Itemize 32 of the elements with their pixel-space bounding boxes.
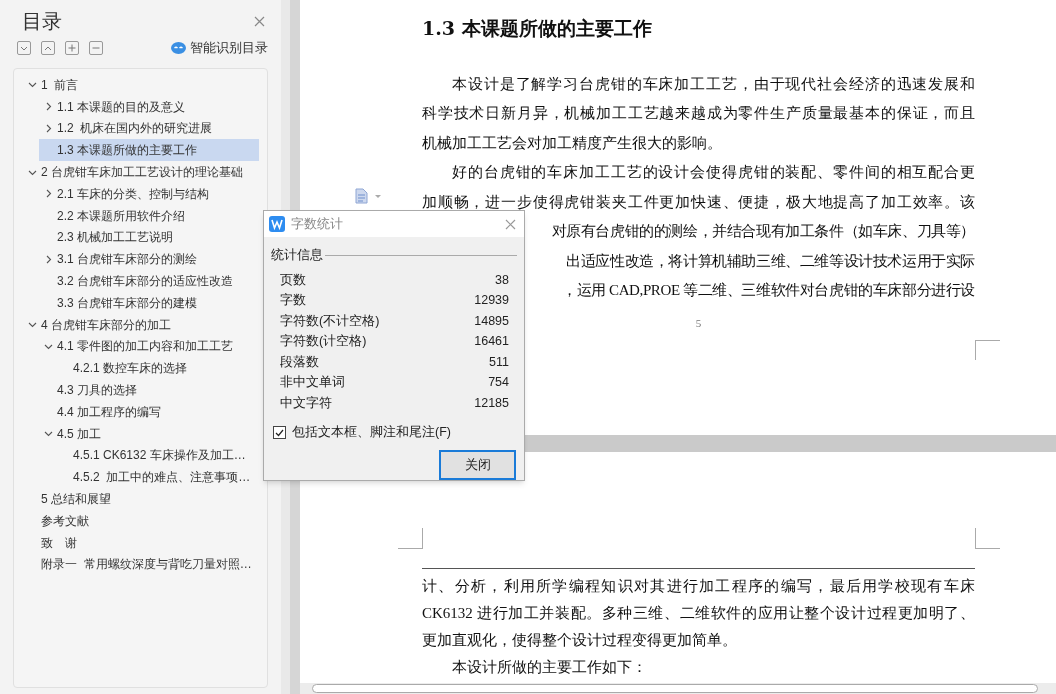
paragraph-line: 出适应性改造，将计算机辅助三维、二维等设计技术运用于实际	[566, 251, 975, 271]
group-label: 统计信息	[271, 247, 323, 264]
paragraph-line: 本设计所做的主要工作如下：	[452, 657, 647, 677]
stat-value: 16461	[474, 333, 509, 351]
stat-value: 754	[488, 374, 509, 392]
paragraph-line: 计、分析，利用所学编程知识对其进行加工程序的编写，最后用学校现有车床	[422, 576, 975, 596]
paragraph-line: 更加直观化，使得整个设计过程变得更加简单。	[422, 630, 737, 650]
paragraph-line: CK6132 进行加工并装配。多种三维、二维软件的应用让整个设计过程更加明了、	[422, 603, 975, 623]
panel-title: 目录	[22, 9, 62, 34]
stat-label: 字数	[280, 292, 306, 310]
paragraph-line: 机械加工工艺会对加工精度产生很大的影响。	[422, 133, 722, 153]
paragraph-line: 科学技术日新月异，机械加工工艺越来越成为零件生产质量最基本的保证，而且	[422, 104, 975, 124]
dialog-title: 字数统计	[291, 215, 343, 233]
paragraph-line: ，运用 CAD,PROE 等二维、三维软件对台虎钳的车床部分进行设	[561, 281, 975, 301]
section-heading: 1.3 本课题所做的主要工作	[422, 16, 653, 41]
stat-label: 段落数	[280, 353, 319, 371]
stat-label: 中文字符	[280, 394, 332, 412]
paragraph-line: 本设计是了解学习台虎钳的车床加工工艺，由于现代社会经济的迅速发展和	[452, 74, 975, 94]
stat-value: 12939	[474, 292, 509, 310]
stat-value: 14895	[474, 312, 509, 330]
paragraph-line: 加顺畅，进一步使得虎钳装夹工件更加快速、便捷，极大地提高了加工效率。该	[422, 192, 975, 212]
paragraph-line: 好的台虎钳的车床加工工艺的设计会使得虎钳的装配、零件间的相互配合更	[452, 163, 975, 183]
stat-value: 38	[495, 271, 509, 289]
paragraph-line: 对原有台虎钳的的测绘，并结合现有加工条件（如车床、刀具等）	[551, 222, 975, 242]
stat-label: 字符数(计空格)	[280, 333, 367, 351]
checkbox-label: 包括文本框、脚注和尾注(F)	[292, 424, 451, 442]
stat-label: 字符数(不计空格)	[280, 312, 380, 330]
stat-label: 非中文单词	[280, 374, 345, 392]
stat-label: 页数	[280, 271, 306, 289]
stat-value: 12185	[474, 394, 509, 412]
page-number: 5	[695, 316, 702, 331]
stat-value: 511	[489, 353, 509, 371]
